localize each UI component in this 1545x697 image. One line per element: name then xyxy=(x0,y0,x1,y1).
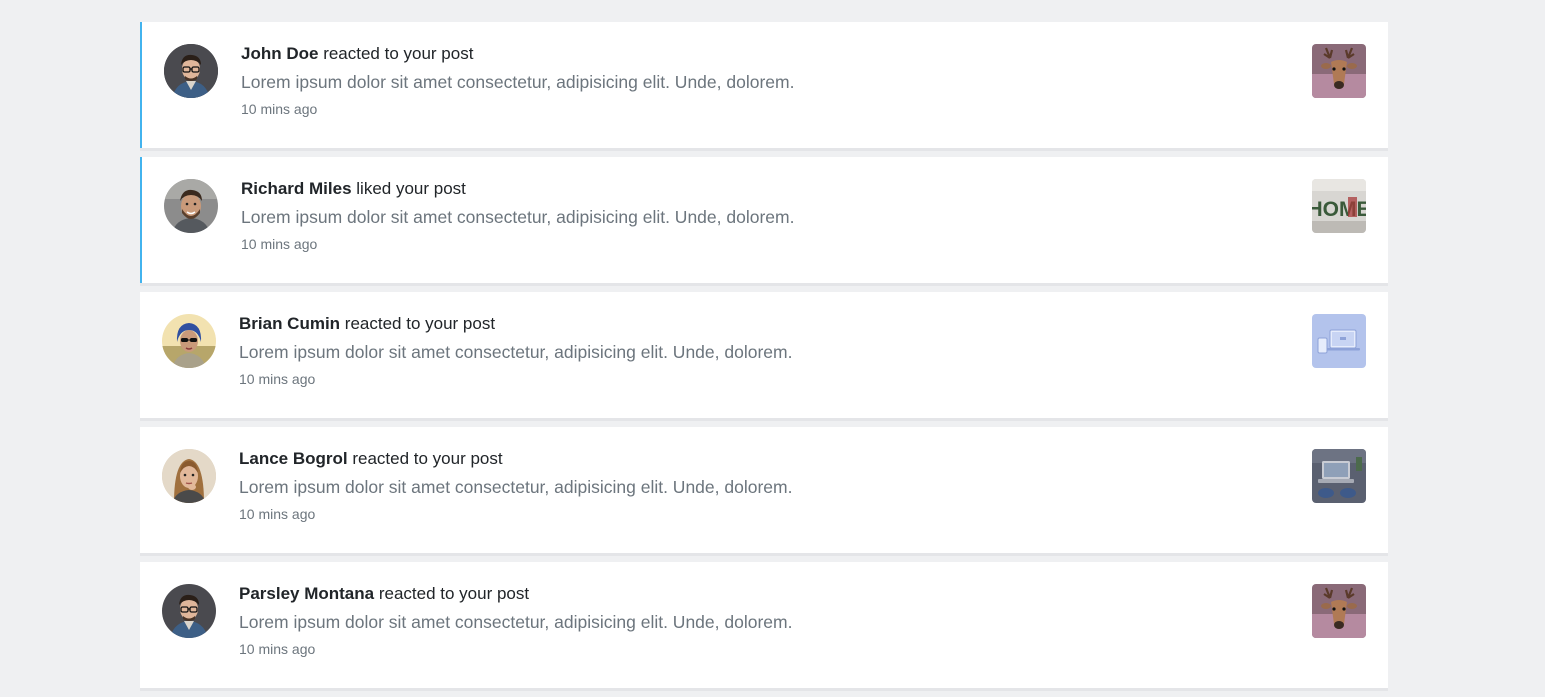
notification-message: Lorem ipsum dolor sit amet consectetur, … xyxy=(239,342,793,362)
notification-item[interactable]: Parsley Montana reacted to your post Lor… xyxy=(140,562,1388,688)
notification-headline: John Doe reacted to your post xyxy=(241,42,1288,66)
notification-message: Lorem ipsum dolor sit amet consectetur, … xyxy=(239,477,793,497)
notification-item[interactable]: John Doe reacted to your post Lorem ipsu… xyxy=(140,22,1388,148)
notification-message: Lorem ipsum dolor sit amet consectetur, … xyxy=(241,207,795,227)
man-glasses-avatar-icon[interactable] xyxy=(164,44,218,98)
user-name[interactable]: Lance Bogrol xyxy=(239,449,348,468)
notification-time: 10 mins ago xyxy=(239,641,316,657)
notification-action: reacted to your post xyxy=(323,44,474,63)
notification-content: Richard Miles liked your post Lorem ipsu… xyxy=(241,177,1288,254)
user-name[interactable]: Richard Miles xyxy=(241,179,352,198)
notification-time: 10 mins ago xyxy=(239,371,316,387)
notification-headline: Parsley Montana reacted to your post xyxy=(239,582,1288,606)
notification-time: 10 mins ago xyxy=(241,101,318,117)
devices-thumbnail-icon[interactable] xyxy=(1312,314,1366,368)
notification-headline: Richard Miles liked your post xyxy=(241,177,1288,201)
notification-content: John Doe reacted to your post Lorem ipsu… xyxy=(241,42,1288,119)
notification-message: Lorem ipsum dolor sit amet consectetur, … xyxy=(239,612,793,632)
notification-content: Parsley Montana reacted to your post Lor… xyxy=(239,582,1288,659)
notification-time: 10 mins ago xyxy=(241,236,318,252)
woman-thinking-avatar-icon[interactable] xyxy=(162,449,216,503)
desk-laptop-thumbnail-icon[interactable] xyxy=(1312,449,1366,503)
notification-action: reacted to your post xyxy=(352,449,503,468)
man-glasses-avatar-icon[interactable] xyxy=(162,584,216,638)
home-letters-text: HOME xyxy=(1312,198,1366,221)
user-name[interactable]: John Doe xyxy=(241,44,318,63)
notification-headline: Lance Bogrol reacted to your post xyxy=(239,447,1288,471)
smiling-man-avatar-icon[interactable] xyxy=(164,179,218,233)
user-name[interactable]: Brian Cumin xyxy=(239,314,340,333)
home-letters-thumbnail-icon[interactable]: HOME xyxy=(1312,179,1366,233)
notification-action: reacted to your post xyxy=(378,584,530,603)
notification-action: reacted to your post xyxy=(344,314,496,333)
notification-content: Lance Bogrol reacted to your post Lorem … xyxy=(239,447,1288,524)
deer-thumbnail-icon[interactable] xyxy=(1312,44,1366,98)
notification-item[interactable]: Richard Miles liked your post Lorem ipsu… xyxy=(140,157,1388,283)
user-name[interactable]: Parsley Montana xyxy=(239,584,374,603)
notification-headline: Brian Cumin reacted to your post xyxy=(239,312,1288,336)
notification-item[interactable]: Lance Bogrol reacted to your post Lorem … xyxy=(140,427,1388,553)
notification-item[interactable]: Brian Cumin reacted to your post Lorem i… xyxy=(140,292,1388,418)
notification-message: Lorem ipsum dolor sit amet consectetur, … xyxy=(241,72,795,92)
notification-content: Brian Cumin reacted to your post Lorem i… xyxy=(239,312,1288,389)
notification-time: 10 mins ago xyxy=(239,506,316,522)
deer-thumbnail-icon[interactable] xyxy=(1312,584,1366,638)
woman-sunglasses-avatar-icon[interactable] xyxy=(162,314,216,368)
notification-action: liked your post xyxy=(356,179,466,198)
notification-list: John Doe reacted to your post Lorem ipsu… xyxy=(140,22,1388,697)
